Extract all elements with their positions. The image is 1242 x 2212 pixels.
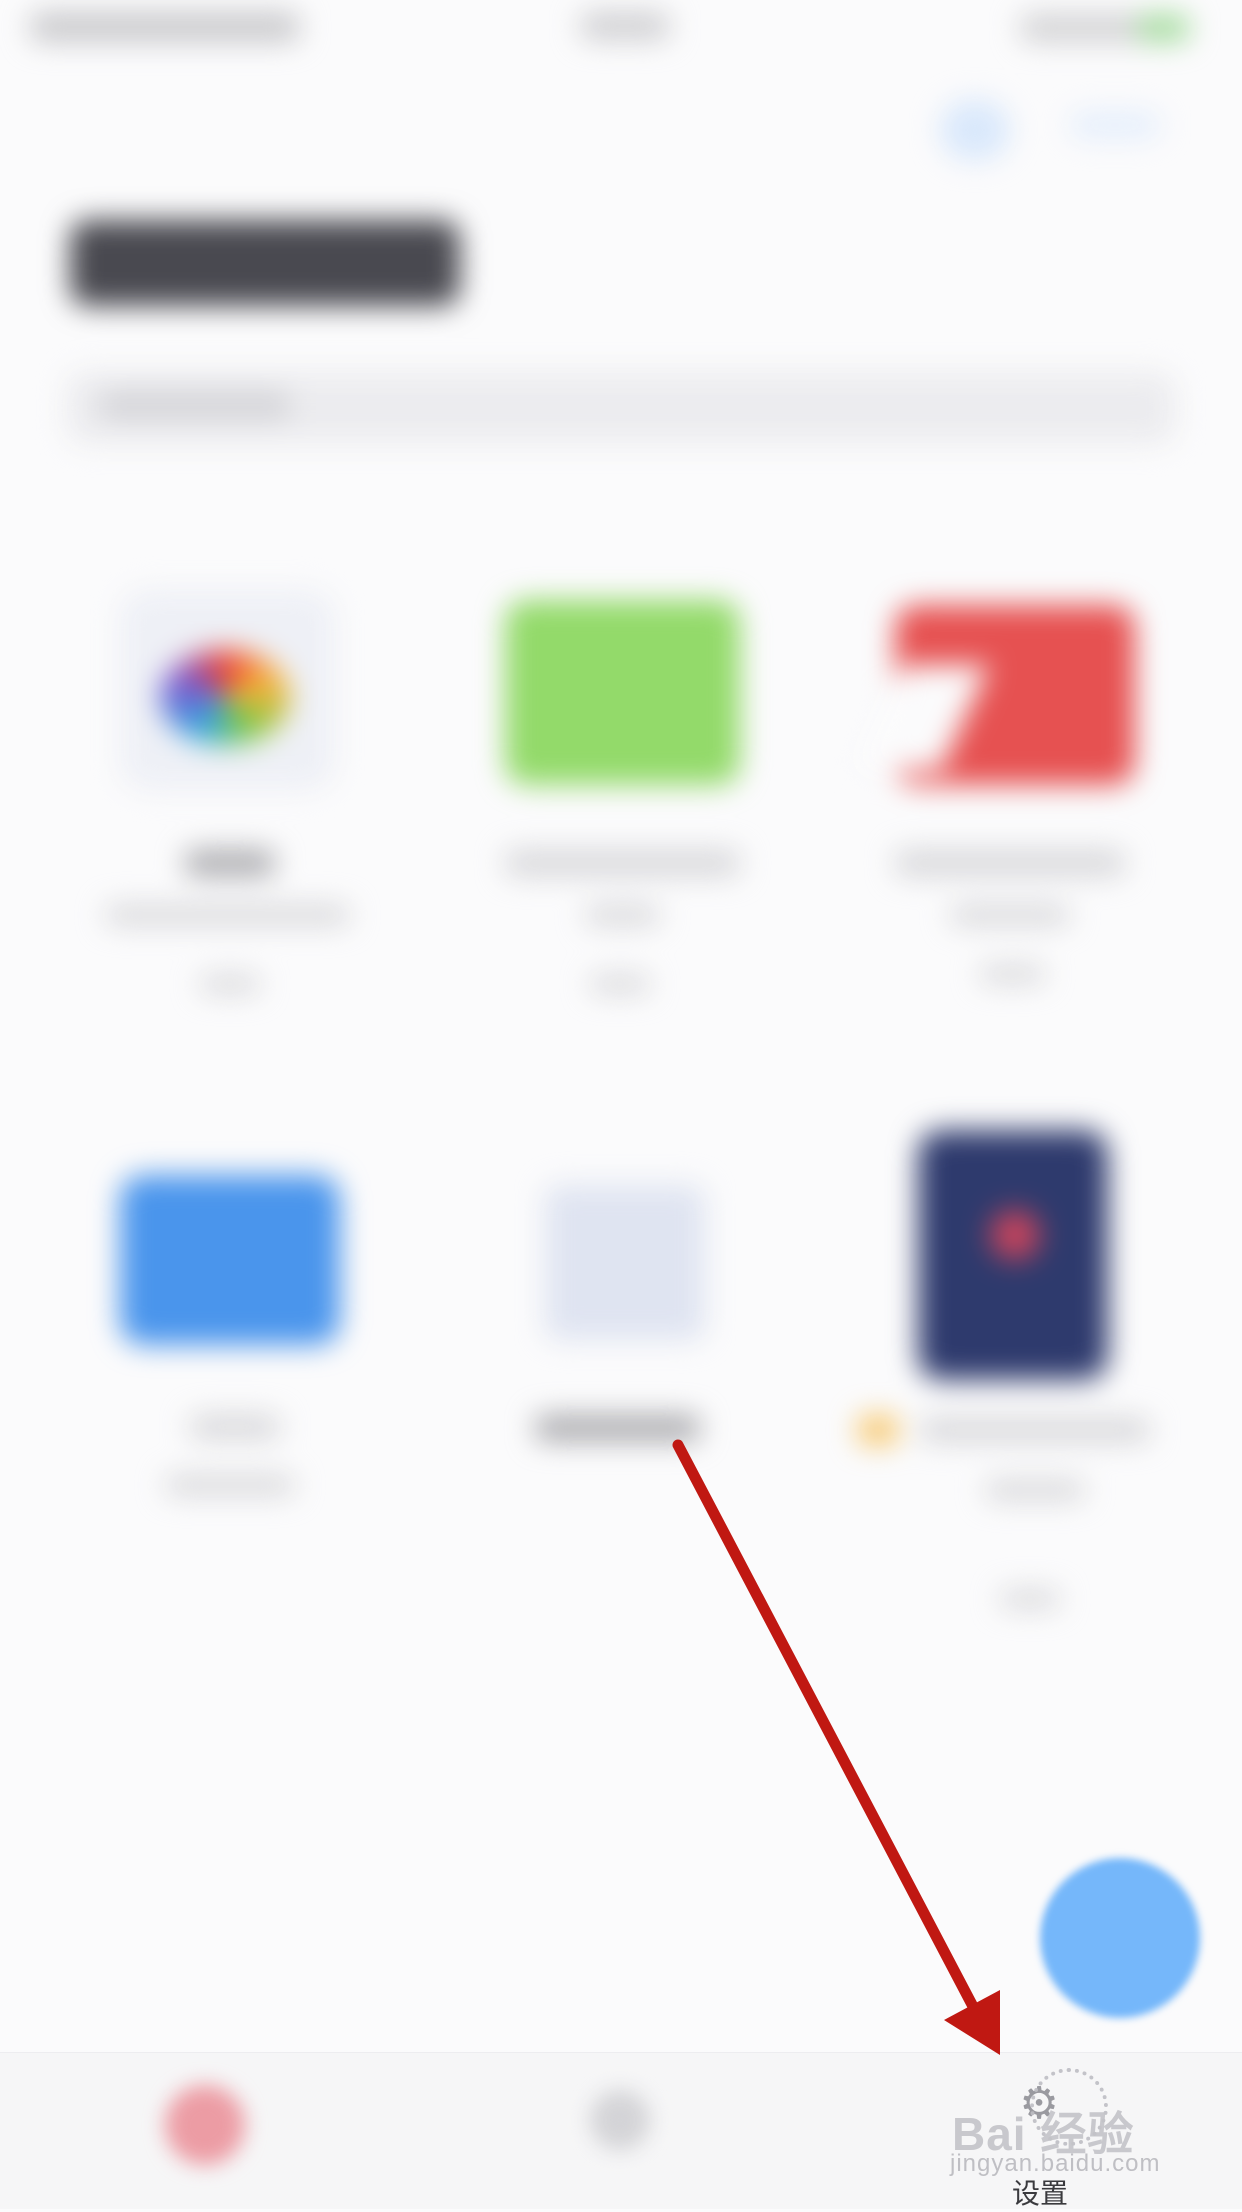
tile-sublabel <box>980 965 1045 983</box>
search-placeholder <box>100 390 290 420</box>
tile-label <box>185 850 275 876</box>
status-bar-left <box>30 12 300 42</box>
blurred-background-content <box>0 0 1242 2208</box>
status-bar-time <box>580 12 670 40</box>
tile-sublabel <box>585 905 660 925</box>
watermark-url: jingyan.baidu.com <box>950 2150 1161 2177</box>
tile-sublabel <box>105 905 350 925</box>
tile-sublabel <box>590 975 650 993</box>
tile-label <box>920 1418 1150 1442</box>
photos-icon <box>160 650 290 745</box>
status-bar-battery <box>1020 14 1190 42</box>
tab-settings-label[interactable]: 设置 <box>1000 2172 1080 2212</box>
floating-action-button[interactable] <box>1040 1858 1200 2018</box>
document-tile[interactable] <box>545 1185 705 1340</box>
recent-tab-icon <box>590 2090 650 2150</box>
green-folder-tile[interactable] <box>505 600 740 785</box>
phone-file-icon <box>990 1210 1040 1260</box>
nav-action-button[interactable] <box>1070 112 1160 138</box>
tile-sublabel <box>200 975 260 993</box>
tile-sublabel <box>165 1475 295 1495</box>
badge-dot <box>858 1415 898 1445</box>
page-title <box>70 220 460 306</box>
tile-label <box>190 1415 280 1439</box>
tile-label <box>895 850 1125 876</box>
browse-tab-icon <box>165 2085 245 2165</box>
tile-sublabel <box>985 1480 1085 1500</box>
tile-label <box>535 1415 700 1441</box>
blue-folder-tile[interactable] <box>120 1175 340 1345</box>
tile-label <box>505 850 740 876</box>
tile-sublabel <box>950 905 1070 925</box>
tile-sublabel <box>1000 1590 1060 1608</box>
nav-icon-button[interactable] <box>940 100 1010 160</box>
